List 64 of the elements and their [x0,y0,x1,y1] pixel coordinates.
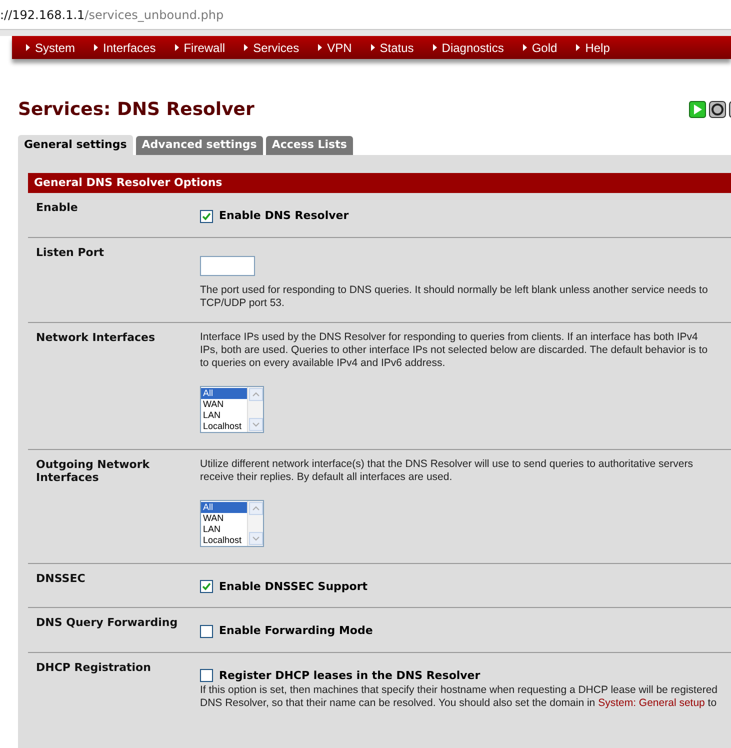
page-title: Services: DNS Resolver [18,98,254,122]
list-option[interactable]: Localhost [201,420,247,432]
field-label: Network Interfaces [35,330,156,346]
list-option[interactable]: All [201,388,247,398]
field-label: Listen Port [35,246,106,260]
tab[interactable]: Access Lists [266,136,353,155]
field-label: DNS Query Forwarding [35,616,179,631]
tab[interactable]: General settings [18,135,133,155]
tab[interactable]: Advanced settings [136,136,263,155]
triangle-icon [522,44,527,51]
triangle-icon [576,44,580,51]
checkbox[interactable] [200,210,213,223]
field-label: DNSSEC [35,572,86,586]
checkbox-label: Register DHCP leases in the DNS Resolver [219,668,480,684]
list-option[interactable]: Localhost [201,534,247,546]
menu-item[interactable]: Firewall [174,38,226,56]
interface-list[interactable]: All WAN LAN Localhost [200,500,264,546]
general-setup-link[interactable]: System: General setup [598,697,705,709]
list-option[interactable]: LAN [201,524,247,534]
menu-item[interactable]: VPN [318,38,352,56]
menu-item[interactable]: Services [244,38,300,56]
triangle-icon [26,44,30,51]
help-text: The port used for responding to DNS queries. It should normally be left blank unless another service needs to TCP/UDP port 53. [200,284,708,310]
menu-item[interactable]: Help [576,38,610,56]
triangle-icon [174,44,179,51]
triangle-icon [432,44,437,51]
triangle-icon [318,44,322,51]
help-text: Utilize different network interface(s) that the DNS Resolver will use to send queries to authoritative servers receive their replies. By default all interfaces are used. [200,458,693,484]
field-label: Outgoing Network Interfaces [35,458,151,486]
checkbox-label: Enable Forwarding Mode [219,623,373,639]
menu-item[interactable]: Interfaces [94,38,156,56]
restart-icon[interactable] [709,101,726,118]
interface-list[interactable]: All WAN LAN Localhost [200,386,264,432]
play-icon[interactable] [689,101,706,118]
checkbox[interactable] [200,669,213,682]
checkbox[interactable] [200,624,213,638]
section-header: General DNS Resolver Options [28,173,731,193]
triangle-icon [370,44,375,51]
triangle-icon [244,44,248,51]
list-option[interactable]: WAN [201,398,247,410]
url-host: ://192.168.1.1 [0,6,85,22]
port-input-field[interactable] [200,256,255,276]
triangle-icon [94,44,98,51]
menu-item[interactable]: Status [370,38,414,56]
checkbox-label: Enable DNS Resolver [219,208,349,224]
menu-item[interactable]: Diagnostics [432,38,504,56]
field-label: DHCP Registration [35,660,152,676]
help-text: If this option is set, then machines that specify their hostname when requesting a DHCP lease will be registered DNS Resolver, so that their name can be resolved. You should also set the domain in System: General setup to [200,684,718,710]
scroll-down-icon[interactable] [248,532,262,544]
checkbox-label: Enable DNSSEC Support [219,578,368,594]
scroll-up-icon[interactable] [248,388,262,400]
checkbox[interactable] [200,580,213,594]
menu-item[interactable]: System [26,38,76,56]
url-path: /services_unbound.php [84,6,224,24]
list-option[interactable]: LAN [201,410,247,420]
scroll-up-icon[interactable] [248,502,262,514]
scroll-down-icon[interactable] [248,418,262,430]
list-option[interactable]: All [201,502,247,512]
list-option[interactable]: WAN [201,512,247,524]
scrollbar[interactable] [247,500,263,546]
field-label: Enable [35,201,79,216]
scrollbar[interactable] [247,386,263,432]
menu-item[interactable]: Gold [522,38,558,56]
help-text: Interface IPs used by the DNS Resolver for responding to queries from clients. If an interface has both IPv4 IPs, both are used. Queries to other interface IPs not selected below are discarded. The default behavior is to to queries on every available IPv4 and IPv6 address. [200,330,708,370]
